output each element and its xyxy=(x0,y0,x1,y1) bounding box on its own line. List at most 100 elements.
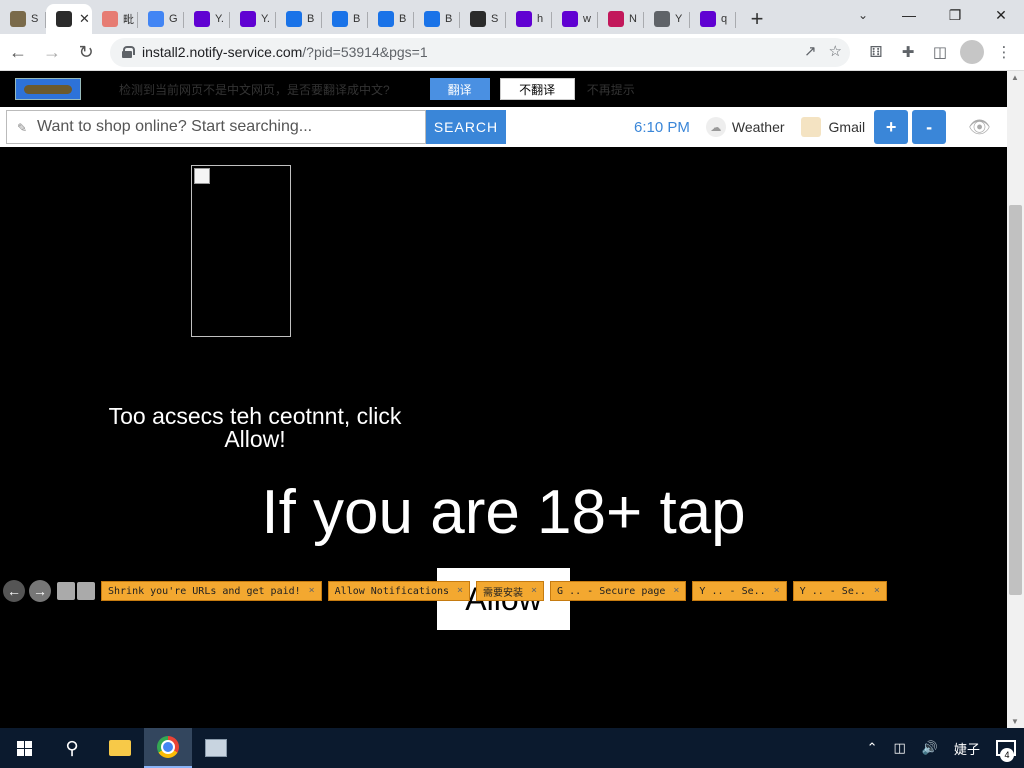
translate-button[interactable]: 翻译 xyxy=(429,78,490,100)
close-tab-icon[interactable]: ✕ xyxy=(79,11,90,27)
app-icon xyxy=(205,739,227,757)
star-icon[interactable]: ☆ xyxy=(829,42,842,60)
tab-title: B xyxy=(353,13,361,25)
no-translate-button[interactable]: 不翻译 xyxy=(499,78,575,100)
fake-tab-close-icon[interactable]: × xyxy=(531,585,537,596)
browser-tab[interactable]: B xyxy=(322,4,368,34)
shop-search-input[interactable]: ✎ Want to shop online? Start searching..… xyxy=(6,110,426,144)
side-panel-icon[interactable]: ◫ xyxy=(928,40,952,64)
search-icon: ✎ xyxy=(17,121,28,135)
tab-title: h xyxy=(537,13,544,25)
profile-avatar[interactable] xyxy=(960,40,984,64)
fake-tab-close-icon[interactable]: × xyxy=(457,585,463,596)
gmail-link[interactable]: Gmail xyxy=(800,117,865,137)
fake-tab-close-icon[interactable]: × xyxy=(874,585,880,596)
access-message: Too acsecs teh ceotnnt, click Allow! xyxy=(108,403,402,452)
fake-tab[interactable]: Y .. - Se.. × xyxy=(792,581,887,601)
tab-title: B xyxy=(399,13,407,25)
fake-tab[interactable]: 需要安装 × xyxy=(476,581,545,601)
puzzle-extensions-icon[interactable]: ✚ xyxy=(896,40,920,64)
never-remind-link[interactable]: 不再提示 xyxy=(587,81,635,98)
browser-toolbar: ← → ↻ install2.notify-service.com/?pid=5… xyxy=(0,34,1024,71)
scroll-up-icon[interactable]: ▲ xyxy=(1011,73,1019,82)
tab-title: q xyxy=(721,13,728,25)
share-icon[interactable]: ↗ xyxy=(804,42,817,60)
new-tab-icon[interactable]: + xyxy=(742,4,772,34)
fake-tab-close-icon[interactable]: × xyxy=(673,585,679,596)
shop-search-placeholder: Want to shop online? Start searching... xyxy=(37,118,313,135)
volume-icon[interactable]: 🔊 xyxy=(922,740,938,756)
zoom-out-button[interactable]: - xyxy=(912,110,947,144)
tab-title: S xyxy=(31,13,39,25)
zoom-in-button[interactable]: + xyxy=(874,110,909,144)
chrome-taskbar-button[interactable] xyxy=(144,728,192,768)
tab-strip: S ✕ 毗 G Y. Y. B B B B Sh w N Yq + ⌄ — ❐ ✕ xyxy=(0,0,1024,34)
browser-tab[interactable]: B xyxy=(414,4,460,34)
browser-tab[interactable]: 毗 xyxy=(92,4,138,34)
browser-tab[interactable]: S xyxy=(460,4,506,34)
back-circle-icon[interactable]: ← xyxy=(3,580,25,602)
browser-tab[interactable]: B xyxy=(276,4,322,34)
page-tools[interactable] xyxy=(57,582,95,600)
hide-eye-icon[interactable]: 👁 xyxy=(968,117,991,138)
system-tray: ⌃ ◫ 🔊 婕子 4 xyxy=(859,728,1024,768)
chevron-up-icon[interactable]: ⌃ xyxy=(867,740,878,756)
s-favicon-icon xyxy=(286,11,302,27)
settings-icon xyxy=(77,582,95,600)
reload-icon[interactable]: ↻ xyxy=(70,36,102,68)
browser-tab[interactable]: N xyxy=(598,4,644,34)
cube-favicon-icon xyxy=(470,11,486,27)
browser-tab[interactable]: B xyxy=(368,4,414,34)
tab-title: N xyxy=(629,13,637,25)
ime-indicator[interactable]: 婕子 xyxy=(954,739,980,758)
tab-title: Y xyxy=(675,13,683,25)
browser-tab[interactable]: w xyxy=(552,4,598,34)
start-button[interactable] xyxy=(0,728,48,768)
browser-tab[interactable]: q xyxy=(690,4,736,34)
tab-search-chevron-icon[interactable]: ⌄ xyxy=(848,0,878,30)
lock-icon[interactable] xyxy=(122,46,135,58)
browser-tab[interactable]: Y. xyxy=(184,4,230,34)
network-icon[interactable]: ◫ xyxy=(894,740,906,756)
fake-tab-close-icon[interactable]: × xyxy=(309,585,315,596)
extension-dice-icon[interactable]: ⚅ xyxy=(864,40,888,64)
browser-tab[interactable]: Y xyxy=(644,4,690,34)
restore-icon[interactable]: ❐ xyxy=(932,0,978,30)
screen: S ✕ 毗 G Y. Y. B B B B Sh w N Yq + ⌄ — ❐ ✕ ← → ↻ install2.n… xyxy=(0,0,1024,768)
browser-tab[interactable]: G xyxy=(138,4,184,34)
fake-tab[interactable]: G .. - Secure page × xyxy=(550,581,687,601)
back-arrow-icon[interactable]: ← xyxy=(2,36,34,68)
fake-tab[interactable]: Y .. - Se.. × xyxy=(692,581,787,601)
notification-center-icon[interactable]: 4 xyxy=(996,740,1016,762)
fake-tab-label: Allow Notifications xyxy=(334,585,450,597)
fake-tab-close-icon[interactable]: × xyxy=(774,585,780,596)
file-explorer-button[interactable] xyxy=(96,728,144,768)
forward-circle-icon[interactable]: → xyxy=(29,580,51,602)
browser-tab[interactable]: h xyxy=(506,4,552,34)
browser-tab[interactable]: S xyxy=(0,4,46,34)
scroll-thumb[interactable] xyxy=(1009,205,1022,595)
tab-title: G xyxy=(169,13,178,25)
search-taskbar-icon[interactable]: ⚲ xyxy=(48,728,96,768)
minimize-icon[interactable]: — xyxy=(886,0,932,30)
weather-link[interactable]: ☁ Weather xyxy=(705,117,785,137)
gmail-icon xyxy=(800,117,821,137)
close-window-icon[interactable]: ✕ xyxy=(978,0,1024,30)
page-scrollbar[interactable]: ▲ ▼ xyxy=(1007,71,1024,728)
forward-arrow-icon[interactable]: → xyxy=(36,36,68,68)
yahoo-favicon-icon xyxy=(194,11,210,27)
browser-tab[interactable]: Y. xyxy=(230,4,276,34)
browser-tab[interactable]: ✕ xyxy=(46,4,92,34)
windows-icon xyxy=(16,740,32,756)
search-button[interactable]: SEARCH xyxy=(426,110,506,144)
address-bar[interactable]: install2.notify-service.com/?pid=53914&p… xyxy=(110,37,850,67)
scroll-down-icon[interactable]: ▼ xyxy=(1011,717,1019,726)
fake-tab[interactable]: Shrink you're URLs and get paid! × xyxy=(101,581,322,601)
app-taskbar-button[interactable] xyxy=(192,728,240,768)
translate-message: 检测到当前网页不是中文网页，是否要翻译成中文? xyxy=(119,82,390,97)
menu-kebab-icon[interactable]: ⋮ xyxy=(992,40,1016,64)
fake-tab-label: 需要安装 xyxy=(483,587,524,599)
pink-circle-favicon-icon xyxy=(608,11,624,27)
fake-tab[interactable]: Allow Notifications × xyxy=(327,581,471,601)
url-path: /?pid=53914&pgs=1 xyxy=(302,44,428,60)
